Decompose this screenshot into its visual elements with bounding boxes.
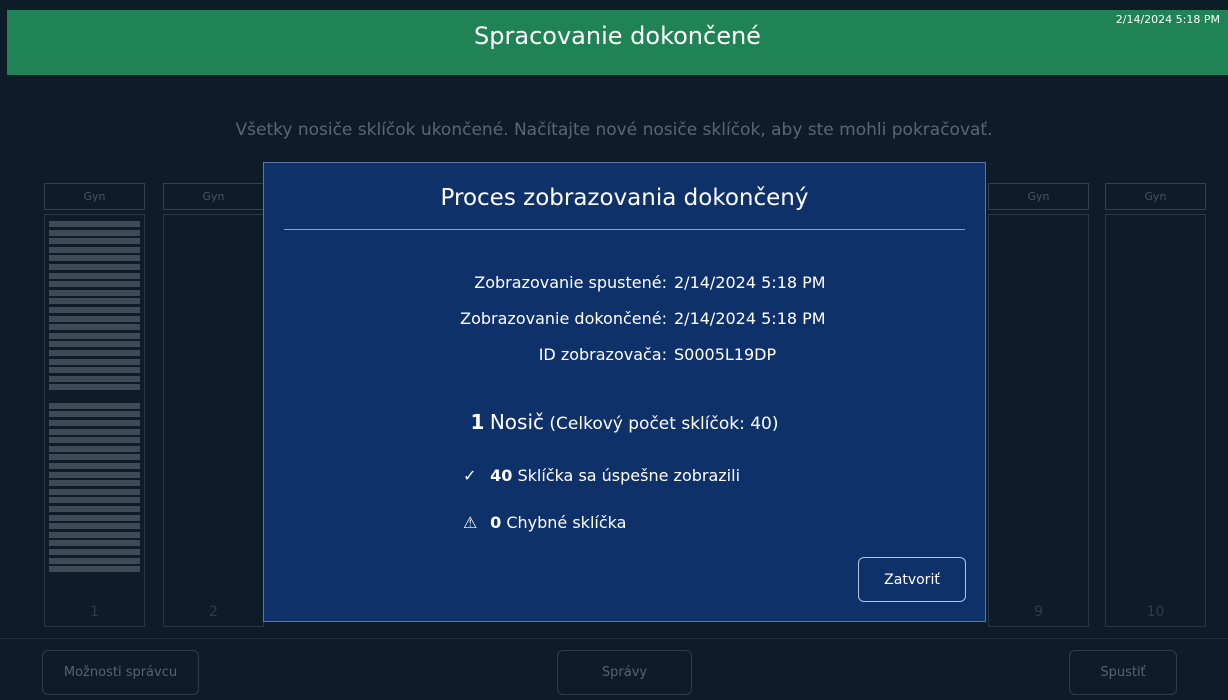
slide-bar bbox=[49, 471, 140, 478]
slide-bar bbox=[49, 263, 140, 270]
slide-bar bbox=[49, 272, 140, 279]
slide-bar bbox=[49, 523, 140, 530]
slide-bar bbox=[49, 437, 140, 444]
slide-bar bbox=[49, 463, 140, 470]
error-text: Chybné sklíčka bbox=[506, 513, 627, 532]
slide-bar bbox=[49, 221, 140, 227]
carrier-body: 9 bbox=[988, 214, 1089, 627]
slide-bar bbox=[49, 402, 140, 409]
slide-stack bbox=[49, 221, 140, 586]
slide-bar bbox=[49, 420, 140, 427]
admin-options-button[interactable]: Možnosti správcu bbox=[42, 650, 199, 695]
slide-bar bbox=[49, 349, 140, 356]
carrier-number: 9 bbox=[1034, 604, 1043, 620]
carrier-body: 10 bbox=[1105, 214, 1206, 627]
slide-bar bbox=[49, 488, 140, 495]
carrier-number: 1 bbox=[90, 604, 99, 620]
reports-button[interactable]: Správy bbox=[557, 650, 692, 695]
carrier-word: Nosič bbox=[489, 410, 545, 434]
carrier-slot-9[interactable]: Gyn 9 bbox=[988, 183, 1089, 627]
slide-bar bbox=[49, 384, 140, 391]
success-row: ✓ 40 Sklíčka sa úspešne zobrazili bbox=[463, 466, 740, 485]
imaging-started-value: 2/14/2024 5:18 PM bbox=[674, 273, 826, 292]
imaging-started-label: Zobrazovanie spustené: bbox=[474, 273, 667, 292]
dialog-title: Proces zobrazovania dokončený bbox=[440, 185, 809, 211]
slide-bar bbox=[49, 411, 140, 418]
status-message: Všetky nosiče sklíčok ukončené. Načítajt… bbox=[235, 120, 993, 140]
carrier-label: Gyn bbox=[988, 183, 1089, 210]
slide-bar bbox=[49, 375, 140, 382]
carrier-slot-1[interactable]: Gyn 1 bbox=[44, 183, 145, 627]
slide-bar bbox=[49, 255, 140, 262]
slide-bar bbox=[49, 557, 140, 564]
error-count: 0 bbox=[490, 513, 502, 532]
imager-id-label: ID zobrazovača: bbox=[538, 345, 667, 364]
carrier-label: Gyn bbox=[1105, 183, 1206, 210]
slide-bar bbox=[49, 298, 140, 305]
carrier-number: 10 bbox=[1146, 604, 1165, 620]
slide-bar bbox=[49, 514, 140, 521]
slide-bar bbox=[49, 315, 140, 322]
slide-bar bbox=[49, 229, 140, 236]
completion-dialog: Proces zobrazovania dokončený Zobrazovan… bbox=[263, 162, 986, 622]
carrier-slot-10[interactable]: Gyn 10 bbox=[1105, 183, 1206, 627]
imaging-started-row: Zobrazovanie spustené: 2/14/2024 5:18 PM bbox=[264, 273, 985, 295]
slide-bar bbox=[49, 480, 140, 487]
warning-icon: ⚠ bbox=[463, 513, 478, 532]
slide-bar bbox=[49, 289, 140, 296]
slide-bar bbox=[49, 281, 140, 288]
header-datetime: 2/14/2024 5:18 PM bbox=[1115, 13, 1220, 26]
slide-bar bbox=[49, 548, 140, 555]
carrier-number: 2 bbox=[209, 604, 218, 620]
slide-bar bbox=[49, 540, 140, 547]
slide-bar bbox=[49, 367, 140, 374]
slide-bar bbox=[49, 497, 140, 504]
slide-bar bbox=[49, 506, 140, 512]
carrier-label: Gyn bbox=[163, 183, 264, 210]
error-row: ⚠ 0 Chybné sklíčka bbox=[463, 513, 626, 532]
slide-bar bbox=[49, 358, 140, 365]
slide-bar bbox=[49, 246, 140, 253]
carrier-count: 1 bbox=[470, 410, 485, 434]
imaging-completed-row: Zobrazovanie dokončené: 2/14/2024 5:18 P… bbox=[264, 309, 985, 331]
dialog-divider bbox=[284, 229, 965, 230]
imaging-completed-label: Zobrazovanie dokončené: bbox=[460, 309, 667, 328]
slide-bar bbox=[49, 566, 140, 573]
slide-bar bbox=[49, 324, 140, 331]
carrier-label: Gyn bbox=[44, 183, 145, 210]
check-icon: ✓ bbox=[463, 466, 477, 485]
slide-bar bbox=[49, 531, 140, 538]
slide-bar bbox=[49, 454, 140, 461]
carrier-body: 1 bbox=[44, 214, 145, 627]
slide-bar bbox=[49, 238, 140, 245]
carrier-body: 2 bbox=[163, 214, 264, 627]
carrier-slot-2[interactable]: Gyn 2 bbox=[163, 183, 264, 627]
imaging-completed-value: 2/14/2024 5:18 PM bbox=[674, 309, 826, 328]
slide-bar bbox=[49, 445, 140, 452]
imager-id-row: ID zobrazovača: S0005L19DP bbox=[264, 345, 985, 367]
imager-id-value: S0005L19DP bbox=[674, 345, 777, 364]
close-button[interactable]: Zatvoriť bbox=[858, 557, 966, 602]
start-button[interactable]: Spustiť bbox=[1069, 650, 1177, 695]
slide-bar bbox=[49, 428, 140, 435]
total-slides: (Celkový počet sklíčok: 40) bbox=[549, 414, 779, 434]
carrier-summary: 1 Nosič (Celkový počet sklíčok: 40) bbox=[264, 410, 985, 434]
slide-bar bbox=[49, 306, 140, 313]
slide-bar bbox=[49, 341, 140, 348]
page-title: Spracovanie dokončené bbox=[474, 22, 761, 50]
header-bar: Spracovanie dokončené 2/14/2024 5:18 PM bbox=[7, 10, 1228, 75]
success-text: Sklíčka sa úspešne zobrazili bbox=[517, 466, 741, 485]
slide-gap bbox=[49, 393, 140, 403]
slide-bar bbox=[49, 332, 140, 339]
success-count: 40 bbox=[490, 466, 513, 485]
